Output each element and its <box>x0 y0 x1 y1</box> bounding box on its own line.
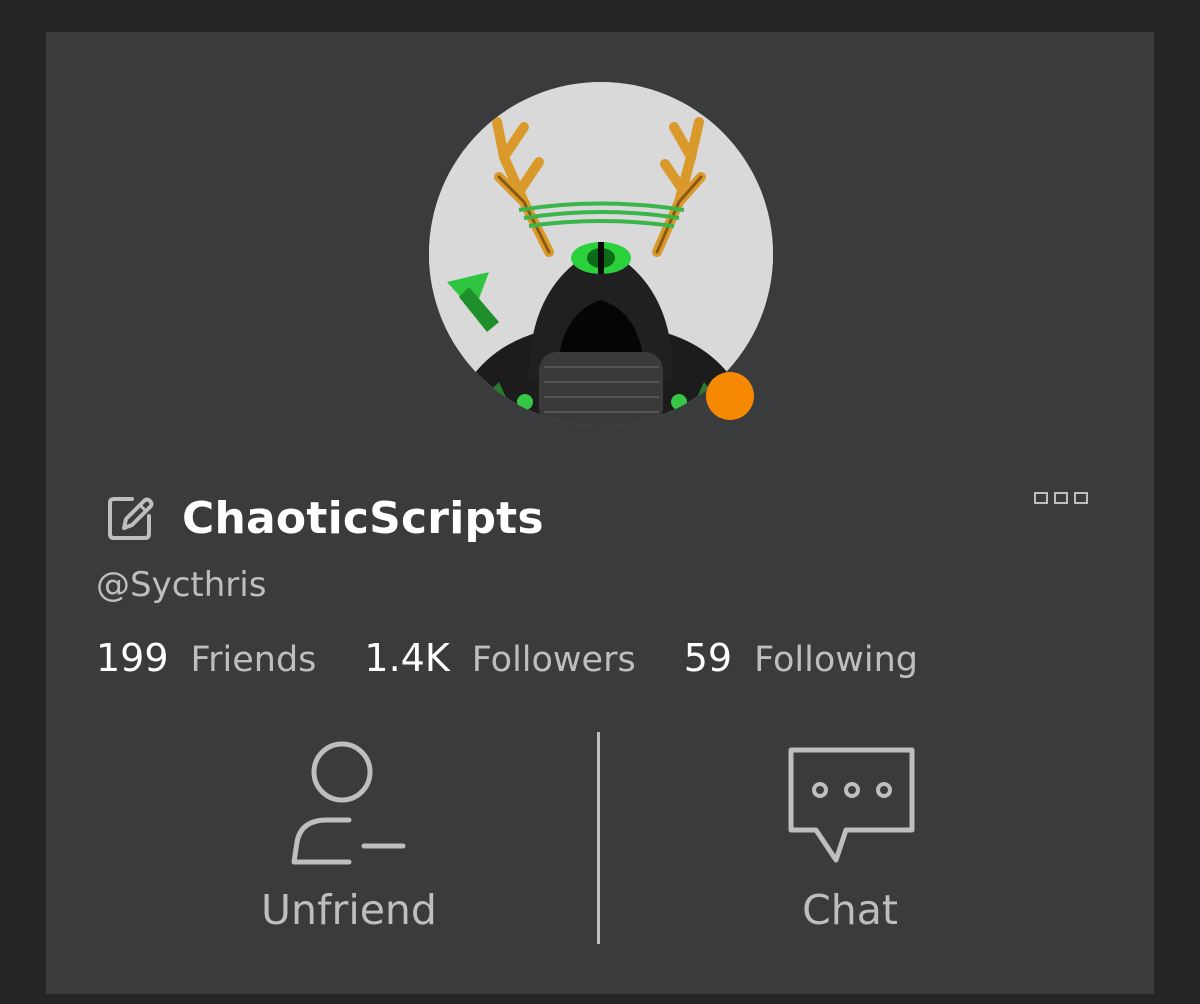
more-options-dot <box>1054 492 1068 504</box>
username: @Sycthris <box>96 565 267 605</box>
chat-button[interactable]: Chat <box>700 732 1000 944</box>
more-options-dot <box>1074 492 1088 504</box>
more-options-icon[interactable] <box>1034 492 1094 506</box>
display-name: ChaoticScripts <box>182 492 544 544</box>
stat-following[interactable]: 59 Following <box>684 636 918 680</box>
chat-icon <box>788 747 915 863</box>
more-options-dot <box>1034 492 1048 504</box>
stat-followers-count: 1.4K <box>364 636 450 680</box>
stat-friends-label: Friends <box>190 640 317 680</box>
stat-friends-count: 199 <box>96 636 169 680</box>
unfriend-button[interactable]: Unfriend <box>199 732 499 944</box>
stat-following-label: Following <box>754 640 918 680</box>
stat-friends[interactable]: 199 Friends <box>96 636 316 680</box>
chat-label: Chat <box>802 886 898 934</box>
profile-actions: Unfriend Chat <box>46 732 1154 944</box>
actions-divider <box>597 732 600 944</box>
name-row: ChaoticScripts <box>104 488 544 548</box>
unfriend-label: Unfriend <box>261 886 437 934</box>
stat-followers[interactable]: 1.4K Followers <box>364 636 635 680</box>
stat-followers-label: Followers <box>471 640 636 680</box>
avatar-container[interactable] <box>429 82 773 426</box>
presence-status-indicator <box>706 372 754 420</box>
edit-icon[interactable] <box>104 492 156 544</box>
unfriend-icon <box>291 741 406 865</box>
stat-following-count: 59 <box>683 636 733 680</box>
profile-header-card: ChaoticScripts @Sycthris 199 Friends 1.4… <box>46 32 1154 994</box>
profile-stats: 199 Friends 1.4K Followers 59 Following <box>96 636 966 680</box>
